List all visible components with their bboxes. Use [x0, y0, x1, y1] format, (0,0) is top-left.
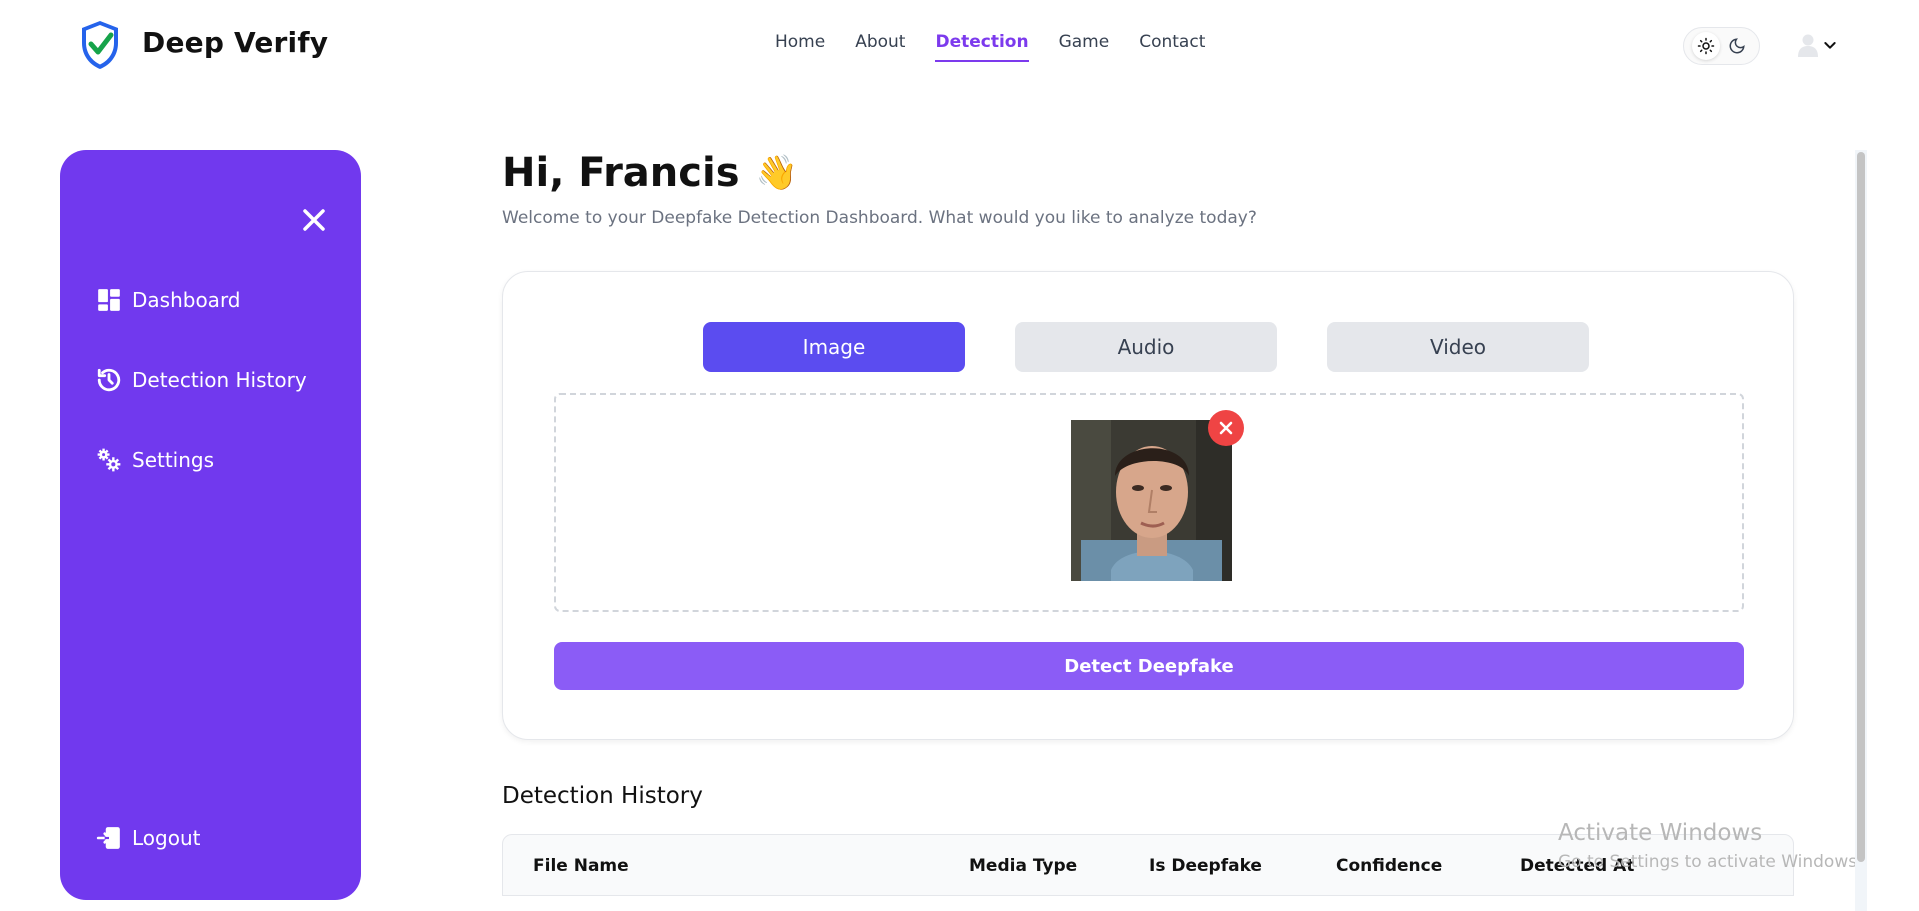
face-photo-thumbnail: [1071, 420, 1232, 581]
page-title: Hi, Francis 👋: [502, 150, 798, 196]
close-icon[interactable]: [300, 206, 328, 234]
settings-icon: [97, 448, 121, 472]
sidebar-item-label: Detection History: [132, 368, 307, 392]
history-icon: [97, 368, 121, 392]
page-subtitle: Welcome to your Deepfake Detection Dashb…: [502, 208, 1257, 228]
top-header: Deep Verify Home About Detection Game Co…: [0, 0, 1919, 90]
tab-audio[interactable]: Audio: [1015, 322, 1277, 372]
user-icon[interactable]: [1798, 33, 1818, 57]
brand-name[interactable]: Deep Verify: [142, 26, 328, 59]
nav-game[interactable]: Game: [1059, 32, 1110, 62]
tab-video[interactable]: Video: [1327, 322, 1589, 372]
nav-detection[interactable]: Detection: [935, 32, 1029, 62]
scrollbar-thumb[interactable]: [1857, 152, 1865, 862]
remove-image-button[interactable]: [1208, 410, 1244, 446]
column-header[interactable]: Media Type: [969, 856, 1077, 876]
sidebar-item-label: Dashboard: [132, 288, 241, 312]
windows-activation-watermark: Activate Windows: [1558, 820, 1763, 846]
logout-icon: [96, 827, 120, 849]
column-header[interactable]: Is Deepfake: [1149, 856, 1262, 876]
logout-label: Logout: [132, 826, 201, 850]
upload-card: Image Audio Video Detect Deepfake: [502, 271, 1794, 740]
tab-image[interactable]: Image: [703, 322, 965, 372]
nav-contact[interactable]: Contact: [1139, 32, 1205, 62]
close-icon: [1219, 421, 1233, 435]
dashboard-icon: [98, 289, 120, 311]
image-preview: [1071, 410, 1244, 581]
moon-icon[interactable]: [1723, 32, 1751, 60]
logout-button[interactable]: Logout: [96, 825, 200, 851]
column-header[interactable]: File Name: [533, 856, 629, 876]
sidebar: Dashboard Detection History Settings Log…: [60, 150, 361, 900]
nav-about[interactable]: About: [855, 32, 905, 62]
wave-icon: 👋: [755, 153, 798, 193]
sidebar-item-dashboard[interactable]: Dashboard: [96, 287, 241, 313]
shield-logo-icon: [82, 21, 118, 69]
file-dropzone[interactable]: [554, 393, 1744, 612]
sidebar-item-label: Settings: [132, 448, 215, 472]
sidebar-item-detection-history[interactable]: Detection History: [96, 367, 307, 393]
greeting-text: Hi, Francis: [502, 150, 740, 196]
page-scrollbar[interactable]: [1855, 150, 1867, 911]
column-header[interactable]: Confidence: [1336, 856, 1442, 876]
detect-deepfake-button[interactable]: Detect Deepfake: [554, 642, 1744, 690]
user-menu[interactable]: [1798, 33, 1838, 57]
media-type-tabs: Image Audio Video: [703, 322, 1589, 372]
sidebar-item-settings[interactable]: Settings: [96, 447, 214, 473]
windows-activation-hint: Go to Settings to activate Windows.: [1558, 852, 1863, 872]
nav-home[interactable]: Home: [775, 32, 825, 62]
theme-toggle[interactable]: [1683, 27, 1760, 65]
detection-history-title: Detection History: [502, 783, 703, 809]
main-nav: Home About Detection Game Contact: [775, 32, 1205, 62]
sun-icon[interactable]: [1691, 32, 1720, 60]
chevron-down-icon[interactable]: [1822, 37, 1838, 53]
